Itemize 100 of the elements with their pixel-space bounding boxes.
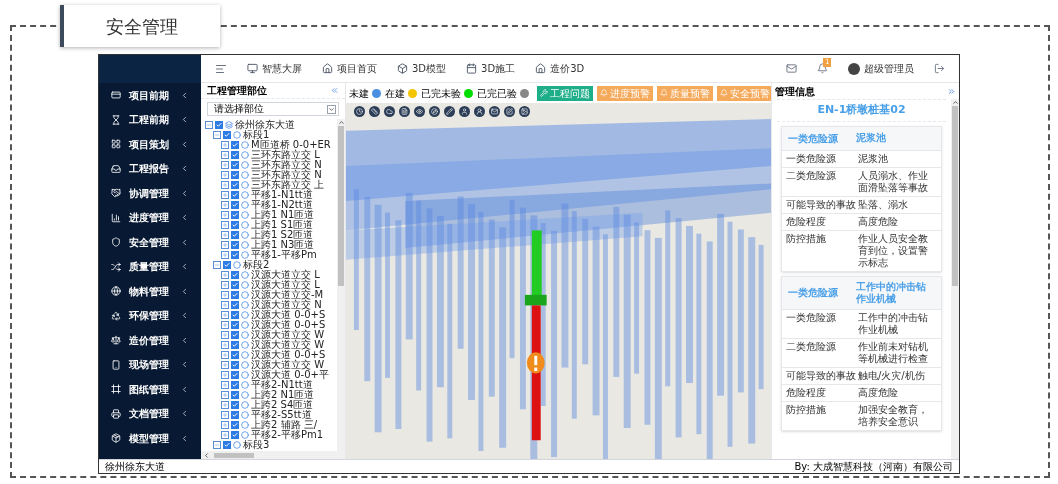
tree-item[interactable]: 汉源大道立交 W <box>251 340 325 350</box>
sidebar-item[interactable]: 图纸管理 <box>99 377 201 402</box>
sidebar-item[interactable]: 现场管理 <box>99 352 201 377</box>
checkbox[interactable] <box>223 261 231 269</box>
tree-item[interactable]: 三环东路立交 上 <box>251 180 325 190</box>
expand-icon[interactable] <box>947 86 956 96</box>
checkbox[interactable] <box>231 421 239 429</box>
checkbox[interactable] <box>223 131 231 139</box>
checkbox[interactable] <box>231 361 239 369</box>
nav-link[interactable]: 智慧大屏 <box>247 61 302 76</box>
checkbox[interactable] <box>215 121 223 129</box>
tree-item[interactable]: 汉源大道立交-M <box>251 290 324 300</box>
checkbox[interactable] <box>231 281 239 289</box>
nav-link[interactable]: 造价3D <box>535 61 585 76</box>
tree-item[interactable]: 汉源大道 0-0+平 <box>251 370 329 380</box>
checkbox[interactable] <box>231 181 239 189</box>
tool-button[interactable] <box>474 105 485 117</box>
collapse-icon[interactable] <box>213 261 221 269</box>
tree-item[interactable]: 标段3 <box>243 440 270 450</box>
expand-icon[interactable] <box>221 241 229 249</box>
expand-icon[interactable] <box>221 431 229 439</box>
sidebar-item[interactable]: 造价管理 <box>99 328 201 353</box>
expand-icon[interactable] <box>221 281 229 289</box>
tree-item[interactable]: 汉源大道 0-0+S <box>251 320 326 330</box>
expand-icon[interactable] <box>221 311 229 319</box>
collapse-icon[interactable] <box>205 121 213 129</box>
tree-item[interactable]: 汉源大道 0-0+S <box>251 310 326 320</box>
expand-icon[interactable] <box>221 141 229 149</box>
expand-icon[interactable] <box>221 291 229 299</box>
expand-icon[interactable] <box>221 371 229 379</box>
checkbox[interactable] <box>231 141 239 149</box>
checkbox[interactable] <box>231 371 239 379</box>
checkbox[interactable] <box>231 241 239 249</box>
sidebar-item[interactable]: 项目前期 <box>99 83 201 108</box>
tree-item[interactable]: M匝道桥 0-0+ER <box>251 140 331 150</box>
tool-button[interactable] <box>504 105 515 117</box>
tree-item[interactable]: 三环东路立交 N <box>251 170 322 180</box>
tree-item[interactable]: 平移2-平移Pm1 <box>251 430 324 440</box>
expand-icon[interactable] <box>221 271 229 279</box>
sidebar-item[interactable]: 工程前期 <box>99 107 201 132</box>
checkbox[interactable] <box>231 151 239 159</box>
expand-icon[interactable] <box>221 421 229 429</box>
tree-item[interactable]: 上跨1 S1匝道 <box>251 220 314 230</box>
checkbox[interactable] <box>231 351 239 359</box>
tree-item[interactable]: 平移1-N1tt道 <box>251 190 313 200</box>
scroll-up-icon[interactable] <box>337 119 345 126</box>
sidebar-item[interactable]: 进度管理 <box>99 205 201 230</box>
collapse-icon[interactable] <box>330 86 339 95</box>
tree-item[interactable]: 汉源大道立交 W <box>251 330 325 340</box>
expand-icon[interactable] <box>221 411 229 419</box>
expand-icon[interactable] <box>221 331 229 339</box>
tree-item[interactable]: 徐州徐东大道 <box>235 120 295 130</box>
nav-link[interactable]: 3D模型 <box>397 61 447 76</box>
sidebar-item[interactable]: 物料管理 <box>99 279 201 304</box>
sidebar-item[interactable]: 模型管理 <box>99 426 201 451</box>
expand-icon[interactable] <box>221 211 229 219</box>
tree-item[interactable]: 上跨2 N1匝道 <box>251 390 315 400</box>
tool-button[interactable] <box>444 105 455 117</box>
user-name[interactable]: 超级管理员 <box>864 61 914 76</box>
checkbox[interactable] <box>231 391 239 399</box>
checkbox[interactable] <box>231 411 239 419</box>
expand-icon[interactable] <box>221 361 229 369</box>
tree-item[interactable]: 上跨2 辅路 三/ <box>251 420 318 430</box>
tree-item[interactable]: 标段2 <box>243 260 270 270</box>
scrollbar[interactable] <box>337 119 345 451</box>
sidebar-item[interactable]: 质量管理 <box>99 254 201 279</box>
expand-icon[interactable] <box>221 251 229 259</box>
tree-item[interactable]: 上跨1 N3匝道 <box>251 240 315 250</box>
logout-icon[interactable] <box>934 63 945 74</box>
expand-icon[interactable] <box>221 191 229 199</box>
checkbox[interactable] <box>231 161 239 169</box>
expand-icon[interactable] <box>221 161 229 169</box>
expand-icon[interactable] <box>221 381 229 389</box>
checkbox[interactable] <box>231 211 239 219</box>
expand-icon[interactable] <box>221 321 229 329</box>
scroll-up-icon[interactable] <box>951 99 959 106</box>
checkbox[interactable] <box>231 431 239 439</box>
nav-link[interactable]: 项目首页 <box>322 61 377 76</box>
checkbox[interactable] <box>231 201 239 209</box>
nav-link[interactable]: 3D施工 <box>466 61 516 76</box>
expand-icon[interactable] <box>221 181 229 189</box>
bell-icon[interactable] <box>817 63 828 74</box>
tree-item[interactable]: 汉源大道立交 N <box>251 300 322 310</box>
sidebar-item[interactable]: 协调管理 <box>99 181 201 206</box>
tree-item[interactable]: 上跨1 N1匝道 <box>251 210 315 220</box>
tree-item[interactable]: 汉源大道立交 W <box>251 360 325 370</box>
checkbox[interactable] <box>231 301 239 309</box>
checkbox[interactable] <box>231 401 239 409</box>
tree-item[interactable]: 平移2-N1tt道 <box>251 380 313 390</box>
tree-item[interactable]: 三环东路立交 N <box>251 160 322 170</box>
mail-icon[interactable] <box>786 63 797 74</box>
scroll-left-icon[interactable] <box>203 451 210 459</box>
sidebar-item[interactable]: 文档管理 <box>99 401 201 426</box>
tool-button[interactable] <box>429 105 440 117</box>
expand-icon[interactable] <box>221 151 229 159</box>
tree-item[interactable]: 平移1-平移Pm <box>251 250 317 260</box>
sidebar-item[interactable]: 工程报告 <box>99 156 201 181</box>
checkbox[interactable] <box>231 331 239 339</box>
expand-icon[interactable] <box>221 231 229 239</box>
expand-icon[interactable] <box>221 301 229 309</box>
